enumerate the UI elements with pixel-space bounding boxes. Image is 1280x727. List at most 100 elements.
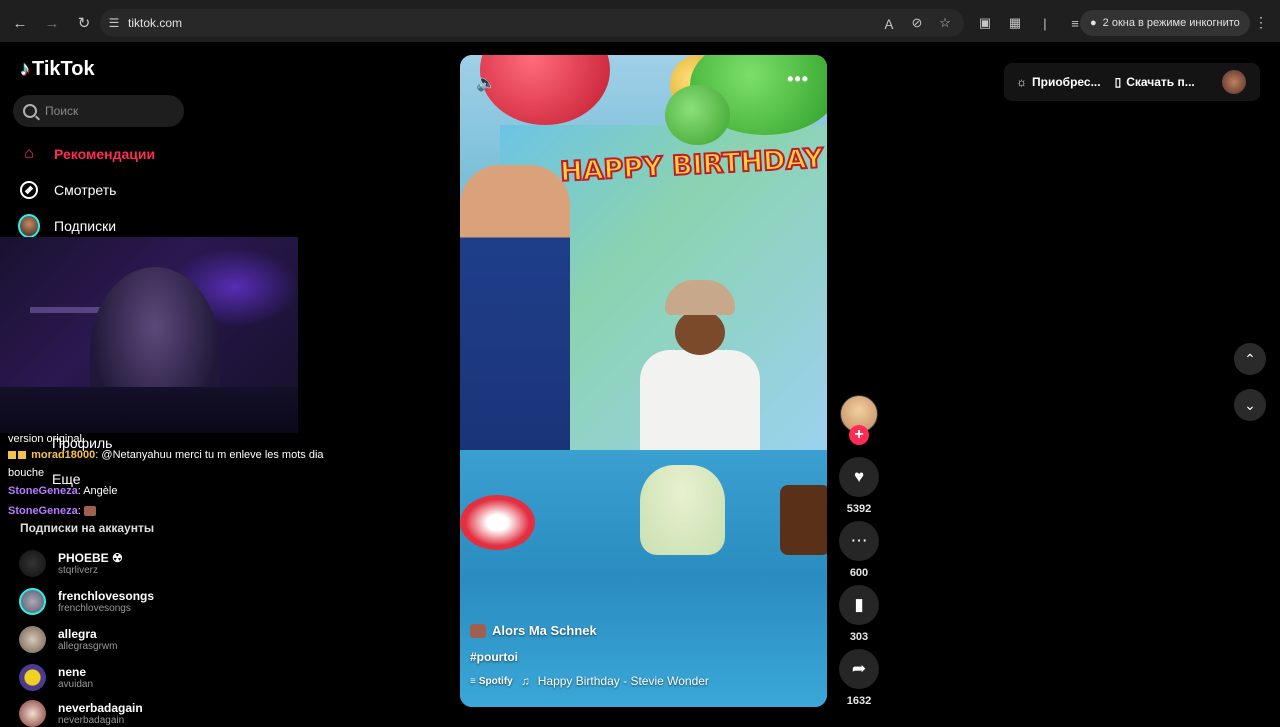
comment-count: 600 [849, 567, 869, 579]
video-frame-balloon [665, 85, 730, 145]
emote-icon [83, 506, 96, 517]
following-account[interactable]: PHOEBE ☢ stqrliverz [19, 550, 123, 577]
share-count: 1632 [846, 695, 872, 707]
video-frame-person [630, 280, 770, 455]
following-account[interactable]: neverbadagain neverbadagain [19, 700, 143, 727]
back-icon[interactable]: ← [6, 9, 34, 37]
following-account[interactable]: nene avuidan [19, 664, 93, 691]
webcam-overlay [0, 237, 298, 433]
following-avatar-icon [18, 214, 40, 238]
sidebar-item-recommended[interactable]: ⌂ Рекомендации [18, 140, 155, 168]
bookmark-icon[interactable]: ▮ [839, 585, 879, 625]
incognito-badge[interactable]: ● 2 окна в режиме инкогнито [1080, 10, 1250, 36]
url-text: tiktok.com [128, 16, 183, 30]
browser-menu-icon[interactable]: ⋮ [1254, 14, 1268, 31]
spotify-badge: ≡ Spotify [470, 676, 513, 687]
chat-message: StoneGeneza: [8, 502, 353, 520]
incognito-label: 2 окна в режиме инкогнито [1102, 17, 1240, 29]
video-frame-cake [640, 465, 725, 555]
sidebar-item-explore[interactable]: Смотреть [18, 176, 116, 204]
comment-button[interactable]: ⋯ 600 [839, 521, 879, 579]
comment-icon[interactable]: ⋯ [839, 521, 879, 561]
hashtag-link[interactable]: #pourtoi [470, 650, 820, 664]
video-frame-cake [460, 495, 535, 550]
search-box[interactable] [13, 95, 184, 127]
account-handle: neverbadagain [58, 714, 125, 726]
account-name: neverbadagain [58, 700, 143, 715]
forward-icon[interactable]: → [38, 9, 66, 37]
account-handle: frenchlovesongs [58, 602, 131, 614]
video-caption: Alors Ma Schnek #pourtoi ≡ Spotify ♫ Hap… [470, 623, 820, 688]
incognito-icon: ● [1090, 17, 1097, 29]
chat-username: morad18000 [31, 449, 96, 461]
music-source: Spotify [478, 675, 513, 687]
music-note-icon: ♫ [520, 674, 530, 688]
buy-coins-label: Приобрес... [1032, 75, 1101, 89]
reload-icon[interactable]: ↻ [70, 9, 98, 37]
home-icon: ⌂ [24, 145, 34, 162]
following-account[interactable]: allegra allegrasgrwm [19, 626, 117, 653]
avatar [19, 626, 46, 653]
chat-message: morad18000: @Netanyahuu merci tu m enlev… [8, 449, 324, 479]
sidebar-item-label: Смотреть [54, 182, 117, 198]
chat-username: StoneGeneza [8, 505, 78, 517]
badge-icon [18, 451, 26, 460]
avatar [19, 550, 46, 577]
extension-icon[interactable]: ▣ [974, 15, 996, 31]
volume-icon[interactable]: 🔈 [476, 73, 496, 92]
author-name[interactable]: Alors Ma Schnek [492, 623, 597, 638]
share-button[interactable]: ➦ 1632 [839, 649, 879, 707]
search-input[interactable] [45, 104, 165, 118]
sidebar-item-label: Рекомендации [54, 146, 156, 162]
buy-coins-button[interactable]: ☼ Приобрес... [1016, 75, 1101, 89]
video-author[interactable]: Alors Ma Schnek [470, 623, 820, 638]
music-info[interactable]: ≡ Spotify ♫ Happy Birthday - Stevie Wond… [470, 674, 820, 688]
follow-plus-icon[interactable]: + [849, 425, 869, 445]
like-button[interactable]: ♥ 5392 [839, 457, 879, 515]
coin-icon: ☼ [1016, 75, 1027, 89]
eye-off-icon[interactable]: ⊘ [906, 15, 928, 31]
sidebar-item-following[interactable]: Подписки [18, 212, 116, 240]
author-thumb-icon [470, 623, 486, 638]
chat-text: version original [8, 433, 82, 445]
chat-text: Angèle [83, 485, 118, 497]
download-app-button[interactable]: ▯ Скачать п... [1115, 75, 1195, 89]
next-video-button[interactable]: ⌄ [1234, 389, 1266, 421]
account-handle: avuidan [58, 678, 94, 690]
following-account[interactable]: frenchlovesongs frenchlovesongs [19, 588, 154, 615]
save-button[interactable]: ▮ 303 [839, 585, 879, 643]
music-title[interactable]: Happy Birthday - Stevie Wonder [538, 674, 709, 688]
badge-icon [8, 451, 16, 460]
account-name: frenchlovesongs [58, 588, 155, 603]
share-icon[interactable]: ➦ [839, 649, 879, 689]
save-count: 303 [849, 631, 869, 643]
more-options-icon[interactable]: ••• [787, 69, 809, 90]
address-bar[interactable]: ☰ tiktok.com Ａ ⊘ ☆ [100, 9, 964, 37]
bookmark-star-icon[interactable]: ☆ [934, 15, 956, 31]
translate-icon[interactable]: Ａ [878, 14, 900, 33]
account-name: nene [58, 664, 87, 679]
user-avatar[interactable] [1222, 70, 1246, 94]
tiktok-note-icon: ♪ [20, 58, 30, 80]
logo-text: TikTok [32, 58, 95, 80]
search-icon [23, 104, 37, 118]
spotify-icon: ≡ [470, 675, 476, 687]
divider: | [1043, 15, 1047, 31]
avatar [19, 664, 46, 691]
avatar [19, 588, 46, 615]
site-info-icon[interactable]: ☰ [100, 9, 128, 37]
puzzle-icon[interactable]: ▦ [1004, 15, 1026, 31]
account-name: allegra [58, 626, 97, 641]
following-section-title: Подписки на аккаунты [20, 521, 155, 535]
video-frame-person [460, 165, 570, 455]
previous-video-button[interactable]: ⌃ [1234, 343, 1266, 375]
account-handle: stqrliverz [58, 564, 99, 576]
heart-icon[interactable]: ♥ [839, 457, 879, 497]
video-player[interactable]: HAPPY BIRTHDAY 🔈 ••• Alors Ma Schnek #po… [460, 55, 827, 707]
header-actions: ☼ Приобрес... ▯ Скачать п... [1004, 63, 1260, 101]
compass-icon [18, 179, 40, 201]
stream-chat: version original morad18000: @Netanyahuu… [8, 430, 353, 520]
chat-username: StoneGeneza [8, 485, 78, 497]
browser-toolbar: ← → ↻ ☰ tiktok.com Ａ ⊘ ☆ ▣ ▦ | ≡ ● 2 окн… [0, 4, 1280, 42]
tiktok-logo[interactable]: ♪ TikTok [20, 58, 95, 81]
